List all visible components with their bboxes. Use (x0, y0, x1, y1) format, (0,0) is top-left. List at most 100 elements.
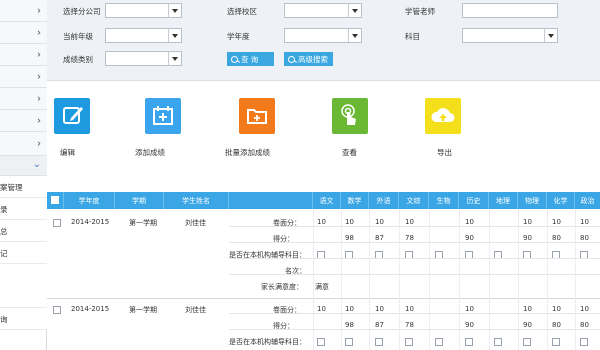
folder-add-icon (239, 98, 275, 134)
row-checkbox[interactable] (53, 306, 61, 314)
name-cell: 刘佳佳 (185, 219, 206, 227)
score-cell: 90 (523, 321, 532, 329)
branch-select[interactable] (105, 3, 182, 18)
teacher-select[interactable] (462, 3, 558, 18)
subject-select[interactable] (462, 28, 558, 43)
query-button[interactable]: 查 询 (227, 52, 274, 66)
full-mark-cell: 10 (345, 305, 354, 313)
divider (229, 329, 600, 330)
score-cell: 90 (465, 234, 474, 242)
sidebar-item-6[interactable]: › (0, 110, 47, 132)
year-cell: 2014-2015 (71, 218, 110, 226)
add-score-label: 添加成绩 (135, 148, 165, 157)
col-header[interactable]: 学年度 (64, 192, 115, 209)
full-mark-cell: 10 (375, 218, 384, 226)
sidebar-subitem-3[interactable]: 总 (0, 220, 47, 242)
full-mark-cell: 10 (465, 305, 474, 313)
advanced-search-button[interactable]: 高级搜索 (284, 52, 333, 66)
tutored-checkbox[interactable] (435, 338, 443, 346)
term-cell: 第一学期 (129, 219, 157, 227)
sidebar-subitem-5[interactable] (0, 264, 47, 308)
action-toolbar: 编辑 添加成绩 批量添加成绩 查看 导出 (47, 82, 600, 182)
divider (229, 226, 600, 227)
score-table: 学年度 学期 学生姓名 语文 数学 外语 文综 生物 历史 地理 物理 化学 政… (47, 192, 600, 350)
tutored-checkbox[interactable] (345, 338, 353, 346)
col-header[interactable]: 学生姓名 (164, 192, 229, 209)
batch-add-score-label: 批量添加成绩 (225, 148, 270, 157)
col-header[interactable]: 外语 (369, 192, 399, 209)
score-cell: 87 (375, 321, 384, 329)
select-all-checkbox[interactable] (51, 196, 59, 204)
tutored-checkbox[interactable] (375, 338, 383, 346)
dropdown-arrow-icon (348, 29, 361, 42)
sidebar-subitem-6[interactable]: 询 (0, 308, 47, 330)
col-header[interactable]: 历史 (459, 192, 489, 209)
tutored-checkbox[interactable] (494, 338, 502, 346)
sidebar: › › › › › › › ⌄ 案管理 录 总 记 询 (0, 0, 47, 350)
view-action[interactable]: 查看 (320, 98, 380, 157)
divider (229, 242, 600, 243)
edit-label: 编辑 (60, 148, 75, 157)
calendar-add-icon (145, 98, 181, 134)
col-header[interactable]: 文综 (399, 192, 429, 209)
sidebar-item-expanded[interactable]: ⌄ (0, 156, 47, 176)
col-header[interactable]: 生物 (429, 192, 459, 209)
sidebar-subitem-label: 总 (0, 227, 8, 236)
divider (341, 209, 342, 350)
dropdown-arrow-icon (348, 4, 361, 17)
col-header[interactable]: 化学 (547, 192, 575, 209)
campus-label: 选择校区 (227, 7, 257, 16)
tutored-checkbox[interactable] (405, 338, 413, 346)
add-score-action[interactable]: 添加成绩 (133, 98, 193, 157)
batch-add-score-action[interactable]: 批量添加成绩 (225, 98, 287, 157)
full-mark-cell: 10 (580, 218, 589, 226)
sidebar-item-4[interactable]: › (0, 66, 47, 88)
satisfaction-label: 家长满意度： (261, 283, 303, 291)
score-cell: 80 (552, 234, 561, 242)
score-type-label: 成绩类别 (63, 55, 93, 64)
sidebar-item-1[interactable]: › (0, 0, 47, 22)
chevron-right-icon: › (37, 27, 41, 38)
tutored-checkbox[interactable] (465, 338, 473, 346)
grade-select[interactable] (105, 28, 182, 43)
col-header[interactable]: 地理 (489, 192, 518, 209)
col-header[interactable]: 学期 (115, 192, 164, 209)
year-select[interactable] (284, 28, 362, 43)
edit-action[interactable]: 编辑 (42, 98, 102, 157)
full-mark-cell: 10 (317, 305, 326, 313)
query-button-label: 查 询 (241, 54, 259, 64)
tutored-checkbox[interactable] (552, 338, 560, 346)
sidebar-subitem-label: 录 (0, 205, 8, 214)
score-cell: 90 (465, 321, 474, 329)
col-header-spacer (229, 192, 313, 209)
sidebar-item-3[interactable]: › (0, 44, 47, 66)
full-mark-cell: 10 (345, 218, 354, 226)
search-icon (288, 55, 295, 63)
dropdown-arrow-icon (544, 29, 557, 42)
dropdown-arrow-icon (168, 4, 181, 17)
tutored-checkbox[interactable] (580, 338, 588, 346)
col-header[interactable]: 政治 (575, 192, 600, 209)
export-action[interactable]: 导出 (413, 98, 473, 157)
sidebar-subitem-1[interactable]: 案管理 (0, 176, 47, 198)
sidebar-subitem-4[interactable]: 记 (0, 242, 47, 264)
sidebar-item-2[interactable]: › (0, 22, 47, 44)
chevron-right-icon: › (37, 93, 41, 104)
campus-select[interactable] (284, 3, 362, 18)
export-label: 导出 (437, 148, 452, 157)
score-cell: 80 (580, 234, 589, 242)
tutored-checkbox[interactable] (523, 338, 531, 346)
score-type-select[interactable] (105, 51, 182, 66)
col-header[interactable]: 语文 (313, 192, 341, 209)
edit-icon (54, 98, 90, 134)
divider (369, 209, 370, 350)
divider (229, 274, 600, 275)
tutored-checkbox[interactable] (317, 338, 325, 346)
sidebar-item-5[interactable]: › (0, 88, 47, 110)
col-header[interactable]: 数学 (341, 192, 369, 209)
sidebar-subitem-2[interactable]: 录 (0, 198, 47, 220)
sidebar-item-7[interactable]: › (0, 132, 47, 156)
row-checkbox[interactable] (53, 219, 61, 227)
col-header[interactable]: 物理 (518, 192, 547, 209)
table-header: 学年度 学期 学生姓名 语文 数学 外语 文综 生物 历史 地理 物理 化学 政… (47, 192, 600, 209)
